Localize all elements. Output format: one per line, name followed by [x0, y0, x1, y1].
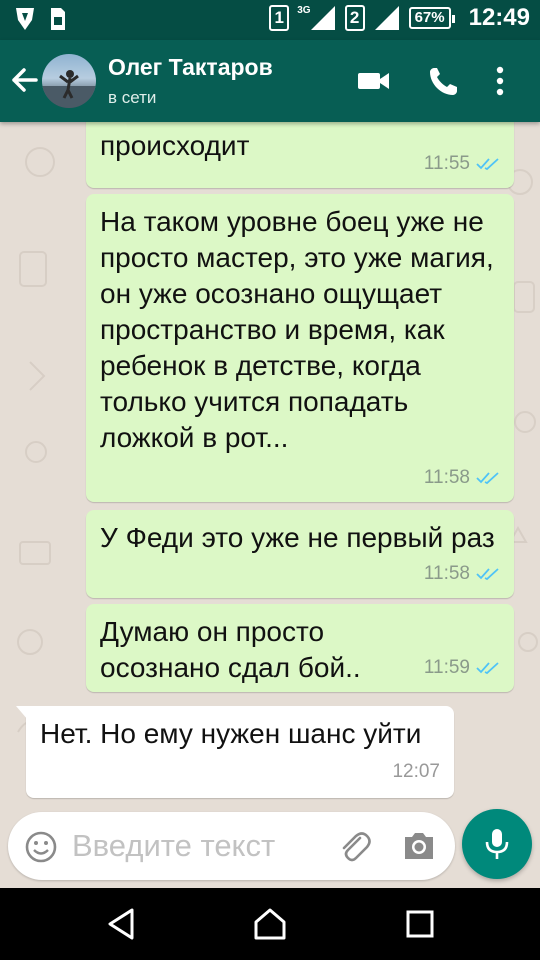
message-bubble-incoming[interactable]: Нет. Но ему нужен шанс уйти 12:07 [16, 706, 454, 798]
message-bubble-outgoing[interactable]: У Феди это уже не первый раз 11:58 [86, 510, 514, 598]
message-input[interactable]: Введите текст [72, 828, 275, 864]
video-call-icon[interactable] [356, 64, 392, 98]
message-time: 11:59 [423, 657, 470, 678]
paperclip-icon[interactable] [336, 828, 372, 864]
navigation-bar [0, 888, 540, 960]
message-time: 12:07 [392, 761, 440, 782]
message-time: 11:58 [423, 467, 470, 488]
message-text: У Феди это уже не первый раз [100, 522, 495, 553]
sim1-badge: 1 [269, 5, 290, 31]
contact-name[interactable]: Олег Тактаров [108, 54, 273, 81]
sim2-badge: 2 [344, 5, 365, 31]
contact-status: в сети [108, 88, 157, 107]
message-text: На таком уровне боец уже не просто масте… [100, 206, 494, 453]
read-ticks-icon [476, 568, 499, 581]
home-nav-icon[interactable] [252, 906, 288, 942]
read-ticks-icon [476, 662, 499, 675]
network-type-label: 3G [297, 4, 311, 16]
message-bubble-outgoing[interactable]: осознавать что с ним происходит 11:55 [86, 122, 514, 188]
mic-button[interactable] [462, 809, 532, 879]
bubble-tail [16, 706, 28, 720]
avatar[interactable] [42, 54, 96, 108]
more-vert-icon[interactable] [490, 64, 510, 98]
signal-icon [374, 6, 399, 30]
back-nav-icon[interactable] [104, 906, 140, 942]
battery-indicator: 67% [408, 7, 455, 29]
chat-area[interactable]: осознавать что с ним происходит 11:55 На… [0, 122, 540, 808]
message-time: 11:58 [423, 563, 470, 584]
message-time: 11:55 [423, 153, 470, 174]
signal-icon [310, 6, 335, 30]
status-bar: 1 3G 2 67% 12:49 [0, 0, 540, 40]
emoji-icon[interactable] [24, 830, 58, 864]
read-ticks-icon [476, 158, 499, 171]
sim-card-icon [51, 8, 65, 30]
arrow-left-icon[interactable] [8, 62, 42, 98]
avatar-image [42, 70, 96, 108]
phone-icon[interactable] [426, 64, 462, 98]
read-ticks-icon [476, 472, 499, 485]
status-clock: 12:49 [468, 4, 530, 31]
chat-header: Олег Тактаров в сети [0, 40, 540, 122]
message-text: Нет. Но ему нужен шанс уйти [40, 718, 422, 749]
message-text: осознавать что с ним происходит [100, 122, 376, 161]
recents-nav-icon[interactable] [402, 906, 438, 942]
message-composer[interactable]: Введите текст [8, 812, 455, 880]
message-bubble-outgoing[interactable]: На таком уровне боец уже не просто масте… [86, 194, 514, 502]
message-bubble-outgoing[interactable]: Думаю он просто осознано сдал бой.. 11:5… [86, 604, 514, 692]
shield-icon [16, 8, 34, 30]
camera-icon[interactable] [402, 830, 436, 862]
message-text: Думаю он просто осознано сдал бой.. [100, 616, 361, 683]
mic-icon [485, 829, 509, 859]
